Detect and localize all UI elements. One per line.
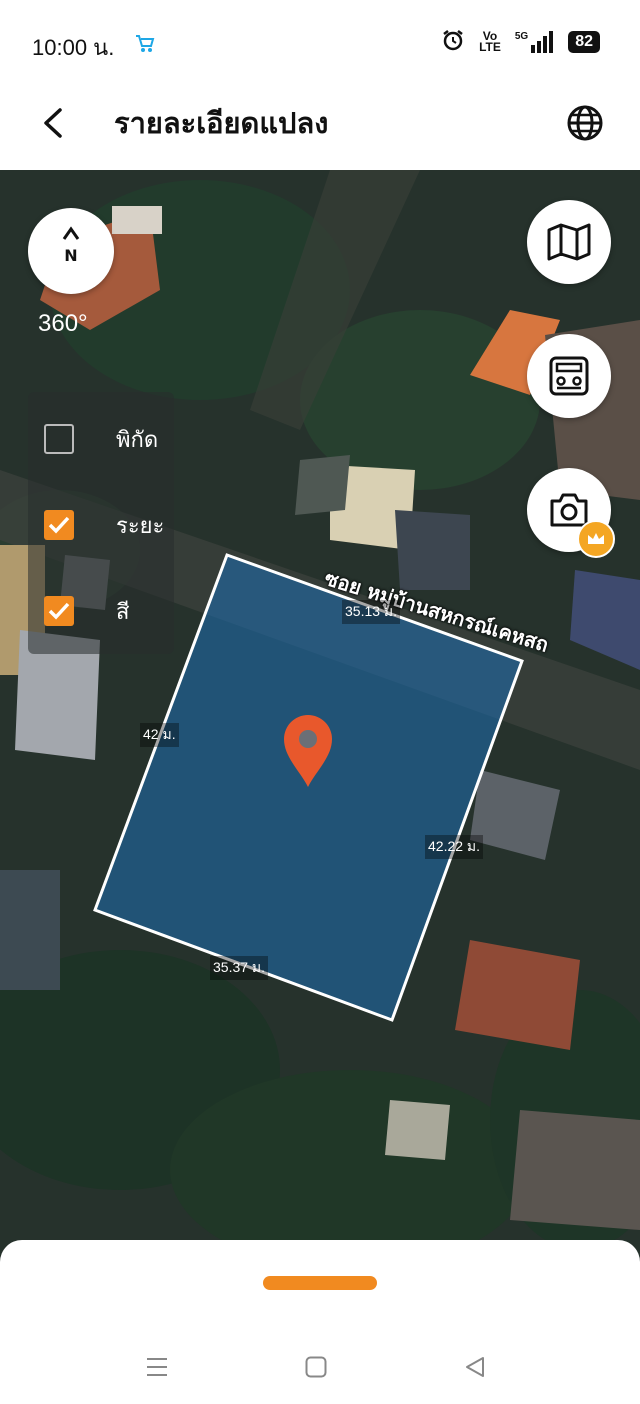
layer-label-color: สี: [116, 599, 130, 625]
checkmark-icon: [48, 516, 70, 534]
battery-indicator: 82: [568, 31, 600, 53]
home-square-icon: [305, 1356, 327, 1378]
layer-label-coordinates: พิกัด: [116, 427, 159, 453]
recent-apps-button[interactable]: [142, 1352, 172, 1382]
status-bar: 10:00 น. Vo LTE 5G 82: [0, 0, 640, 88]
sheet-drag-handle[interactable]: [263, 1276, 377, 1290]
north-arrow-icon: [62, 226, 80, 240]
layer-panel: พิกัด ระยะ สี: [28, 392, 174, 654]
back-arrow-icon: [44, 108, 62, 138]
checkbox-color[interactable]: [44, 596, 74, 626]
parcel-boundary[interactable]: [0, 170, 640, 1270]
dimension-top: 35.13 ม.: [342, 600, 401, 624]
app-header: รายละเอียดแปลง: [0, 88, 640, 170]
dimension-bottom: 35.37 ม.: [210, 956, 269, 980]
layer-toggle-coordinates[interactable]: พิกัด: [44, 422, 158, 456]
alarm-icon: [441, 28, 465, 56]
globe-icon: [567, 105, 603, 141]
satellite-map[interactable]: ซอย หมู่บ้านสหกรณ์เคหสถ 35.13 ม. 42 ม. 4…: [0, 170, 640, 1270]
layer-label-distance: ระยะ: [116, 513, 165, 539]
back-nav-button[interactable]: [460, 1352, 490, 1382]
layer-toggle-color[interactable]: สี: [44, 594, 129, 628]
dimension-right: 42.22 ม.: [425, 835, 484, 859]
back-button[interactable]: [30, 98, 80, 148]
status-time: 10:00 น.: [32, 35, 115, 60]
checkbox-distance[interactable]: [44, 510, 74, 540]
back-triangle-icon: [466, 1357, 484, 1377]
checkmark-icon: [48, 602, 70, 620]
system-navigation-bar: [0, 1336, 640, 1396]
calculator-icon: [549, 356, 589, 396]
premium-crown-icon: [577, 520, 615, 558]
signal-icon: 5G: [515, 31, 554, 53]
dimension-left: 42 ม.: [140, 723, 179, 747]
page-title: รายละเอียดแปลง: [114, 106, 329, 140]
checkbox-coordinates[interactable]: [44, 424, 74, 454]
compass-label: N: [64, 246, 78, 265]
cart-notification-icon: [134, 32, 156, 58]
language-button[interactable]: [560, 98, 610, 148]
camera-button[interactable]: [527, 468, 615, 558]
map-type-button[interactable]: [527, 200, 611, 284]
compass-button[interactable]: N: [28, 208, 114, 294]
menu-icon: [147, 1358, 167, 1376]
home-button[interactable]: [301, 1352, 331, 1382]
layer-toggle-distance[interactable]: ระยะ: [44, 508, 164, 542]
rotation-readout: 360°: [38, 310, 88, 337]
map-icon: [547, 223, 591, 261]
volte-indicator: Vo LTE: [479, 29, 501, 54]
calculator-button[interactable]: [527, 334, 611, 418]
